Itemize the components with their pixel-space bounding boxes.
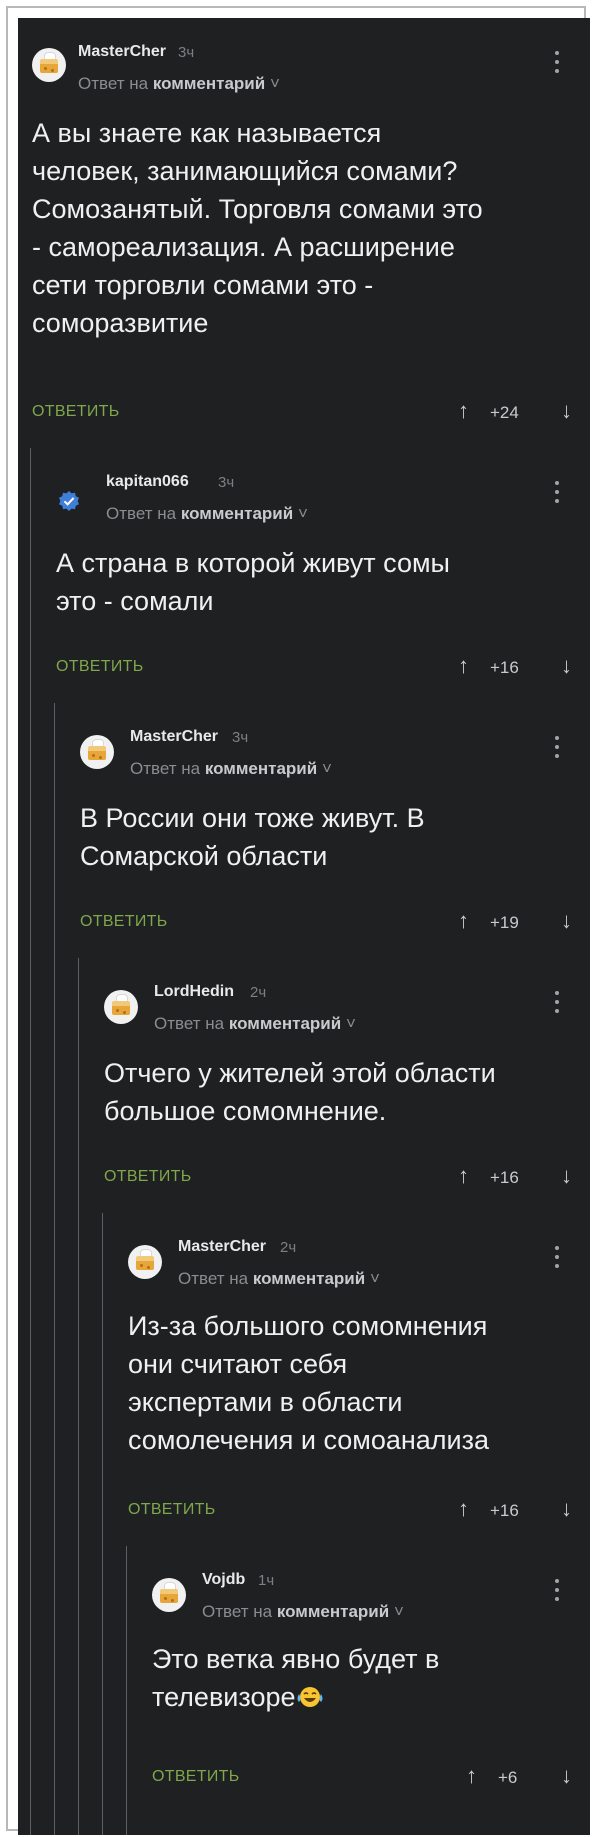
reply-button[interactable]: ОТВЕТИТЬ: [152, 1768, 240, 1786]
upvote-icon[interactable]: ↑: [466, 1765, 477, 1787]
downvote-icon[interactable]: ↓: [561, 910, 572, 932]
comment-text: Из-за большого сомомнения они считают се…: [128, 1311, 490, 1455]
avatar[interactable]: [32, 48, 66, 82]
more-options-icon[interactable]: [553, 1246, 561, 1272]
comment-thread: MasterCher 3ч Ответ на комментарий ˅ А в…: [18, 18, 590, 1835]
username[interactable]: MasterCher: [78, 43, 166, 61]
reply-to-link[interactable]: Ответ на комментарий ˅: [130, 759, 332, 779]
avatar[interactable]: [152, 1578, 186, 1612]
verified-icon: [59, 491, 79, 511]
downvote-icon[interactable]: ↓: [561, 1765, 572, 1787]
screenshot-frame: MasterCher 3ч Ответ на комментарий ˅ А в…: [6, 6, 590, 1835]
reply-to-link[interactable]: Ответ на комментарий ˅: [178, 1269, 380, 1289]
avatar[interactable]: [128, 1245, 162, 1279]
comment: MasterCher 2ч Ответ на комментарий ˅ Из-…: [18, 1213, 590, 1543]
upvote-icon[interactable]: ↑: [458, 655, 469, 677]
downvote-icon[interactable]: ↓: [561, 400, 572, 422]
reply-to-link[interactable]: Ответ на комментарий ˅: [154, 1014, 356, 1034]
rating: +24: [490, 403, 519, 422]
more-options-icon[interactable]: [553, 991, 561, 1017]
comment-text: А вы знаете как называется человек, зани…: [32, 118, 483, 338]
laughing-tears-emoji-icon: [297, 1687, 323, 1707]
comment-text: Это ветка явно будет в телевизоре: [152, 1644, 440, 1712]
reply-button[interactable]: ОТВЕТИТЬ: [104, 1168, 192, 1186]
chevron-down-icon: ˅: [393, 1602, 404, 1621]
downvote-icon[interactable]: ↓: [561, 655, 572, 677]
avatar[interactable]: [104, 990, 138, 1024]
upvote-icon[interactable]: ↑: [458, 1498, 469, 1520]
comment: MasterCher 3ч Ответ на комментарий ˅ В Р…: [18, 703, 590, 953]
avatar[interactable]: [80, 735, 114, 769]
more-options-icon[interactable]: [553, 736, 561, 762]
username[interactable]: kapitan066: [106, 473, 189, 491]
comment-text: Отчего у жителей этой области большое со…: [104, 1058, 496, 1126]
comment-time: 3ч: [232, 729, 249, 746]
comment-time: 2ч: [250, 984, 267, 1001]
reply-button[interactable]: ОТВЕТИТЬ: [80, 913, 168, 931]
comment-text: В России они тоже живут. В Сомарской обл…: [80, 803, 425, 871]
comment: Vojdb 1ч Ответ на комментарий ˅ Это ветк…: [18, 1546, 590, 1835]
username[interactable]: MasterCher: [130, 728, 218, 746]
rating: +16: [490, 658, 519, 677]
rating: +16: [490, 1501, 519, 1520]
reply-button[interactable]: ОТВЕТИТЬ: [32, 403, 120, 421]
reply-to-link[interactable]: Ответ на комментарий ˅: [106, 504, 308, 524]
chevron-down-icon: ˅: [321, 759, 332, 778]
comment-text: А страна в которой живут сомы это - сома…: [56, 548, 450, 616]
upvote-icon[interactable]: ↑: [458, 400, 469, 422]
more-options-icon[interactable]: [553, 1579, 561, 1605]
more-options-icon[interactable]: [553, 481, 561, 507]
chevron-down-icon: ˅: [297, 504, 308, 523]
chevron-down-icon: ˅: [369, 1269, 380, 1288]
reply-to-link[interactable]: Ответ на комментарий ˅: [202, 1602, 404, 1622]
comment-time: 2ч: [280, 1239, 297, 1256]
reply-button[interactable]: ОТВЕТИТЬ: [128, 1501, 216, 1519]
upvote-icon[interactable]: ↑: [458, 910, 469, 932]
more-options-icon[interactable]: [553, 51, 561, 77]
comment-time: 3ч: [218, 474, 235, 491]
reply-to-link[interactable]: Ответ на комментарий ˅: [78, 74, 280, 94]
rating: +6: [498, 1768, 518, 1787]
rating: +19: [490, 913, 519, 932]
comment-time: 1ч: [258, 1572, 275, 1589]
downvote-icon[interactable]: ↓: [561, 1165, 572, 1187]
comment: kapitan066 3ч Ответ на комментарий ˅ А с…: [18, 448, 590, 698]
username[interactable]: MasterCher: [178, 1238, 266, 1256]
chevron-down-icon: ˅: [269, 74, 280, 93]
comment: MasterCher 3ч Ответ на комментарий ˅ А в…: [18, 18, 590, 438]
comment-time: 3ч: [178, 44, 195, 61]
rating: +16: [490, 1168, 519, 1187]
reply-button[interactable]: ОТВЕТИТЬ: [56, 658, 144, 676]
downvote-icon[interactable]: ↓: [561, 1498, 572, 1520]
username[interactable]: Vojdb: [202, 1571, 245, 1589]
chevron-down-icon: ˅: [345, 1014, 356, 1033]
username[interactable]: LordHedin: [154, 983, 234, 1001]
upvote-icon[interactable]: ↑: [458, 1165, 469, 1187]
comment: LordHedin 2ч Ответ на комментарий ˅ Отче…: [18, 958, 590, 1208]
